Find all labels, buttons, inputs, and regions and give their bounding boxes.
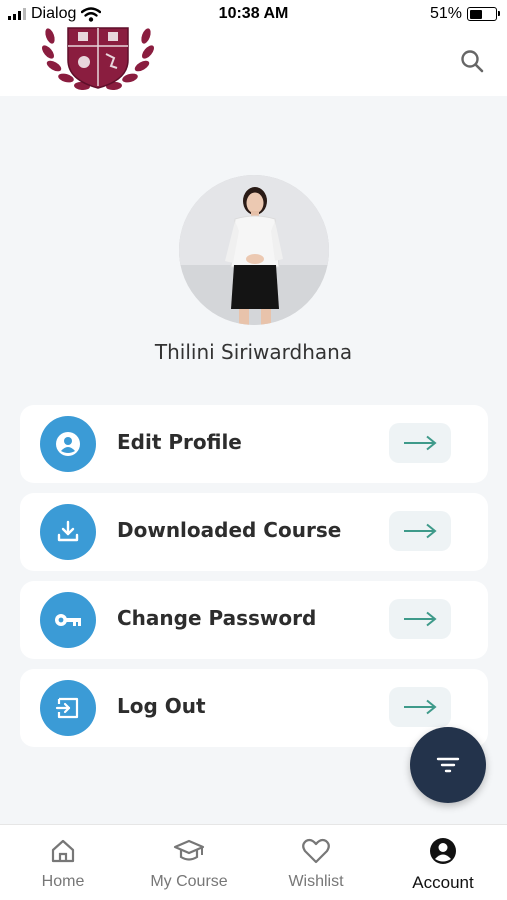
account-icon bbox=[430, 838, 456, 864]
profile-name: Thilini Siriwardhana bbox=[154, 340, 353, 364]
home-icon bbox=[51, 839, 75, 863]
menu-item-label: Change Password bbox=[117, 606, 317, 630]
menu-item-label: Edit Profile bbox=[117, 430, 242, 454]
nav-label: Account bbox=[412, 873, 474, 892]
download-icon bbox=[40, 504, 96, 560]
status-right: 51% bbox=[429, 5, 500, 23]
nav-item-wishlist[interactable]: Wishlist bbox=[266, 835, 366, 891]
menu-item-log-out[interactable]: Log Out bbox=[20, 669, 488, 747]
avatar[interactable] bbox=[179, 175, 329, 325]
heart-icon bbox=[302, 838, 330, 864]
filter-button[interactable] bbox=[410, 727, 486, 803]
battery-icon bbox=[467, 7, 500, 21]
arrow-right-icon[interactable] bbox=[389, 599, 451, 639]
bottom-nav: Home My Course Wishlist Account bbox=[0, 824, 507, 900]
arrow-right-icon[interactable] bbox=[389, 423, 451, 463]
arrow-right-icon[interactable] bbox=[389, 687, 451, 727]
battery-percent: 51% bbox=[429, 5, 462, 22]
app-header bbox=[0, 27, 507, 96]
profile-photo bbox=[179, 175, 329, 325]
search-icon bbox=[461, 50, 484, 73]
crest-logo-icon[interactable] bbox=[38, 26, 158, 94]
menu-item-label: Downloaded Course bbox=[117, 518, 342, 542]
user-circle-icon bbox=[40, 416, 96, 472]
search-button[interactable] bbox=[455, 44, 489, 78]
logout-icon bbox=[40, 680, 96, 736]
nav-item-my-course[interactable]: My Course bbox=[139, 835, 239, 891]
key-icon bbox=[40, 592, 96, 648]
filter-icon bbox=[436, 757, 460, 773]
nav-item-home[interactable]: Home bbox=[13, 835, 113, 891]
nav-label: My Course bbox=[150, 873, 228, 890]
nav-label: Wishlist bbox=[288, 873, 344, 890]
menu-item-change-password[interactable]: Change Password bbox=[20, 581, 488, 659]
nav-item-account[interactable]: Account bbox=[393, 835, 493, 893]
arrow-right-icon[interactable] bbox=[389, 511, 451, 551]
menu-item-edit-profile[interactable]: Edit Profile bbox=[20, 405, 488, 483]
menu-item-downloaded-course[interactable]: Downloaded Course bbox=[20, 493, 488, 571]
graduation-cap-icon bbox=[173, 839, 205, 861]
menu-item-label: Log Out bbox=[117, 694, 206, 718]
nav-label: Home bbox=[41, 873, 85, 890]
